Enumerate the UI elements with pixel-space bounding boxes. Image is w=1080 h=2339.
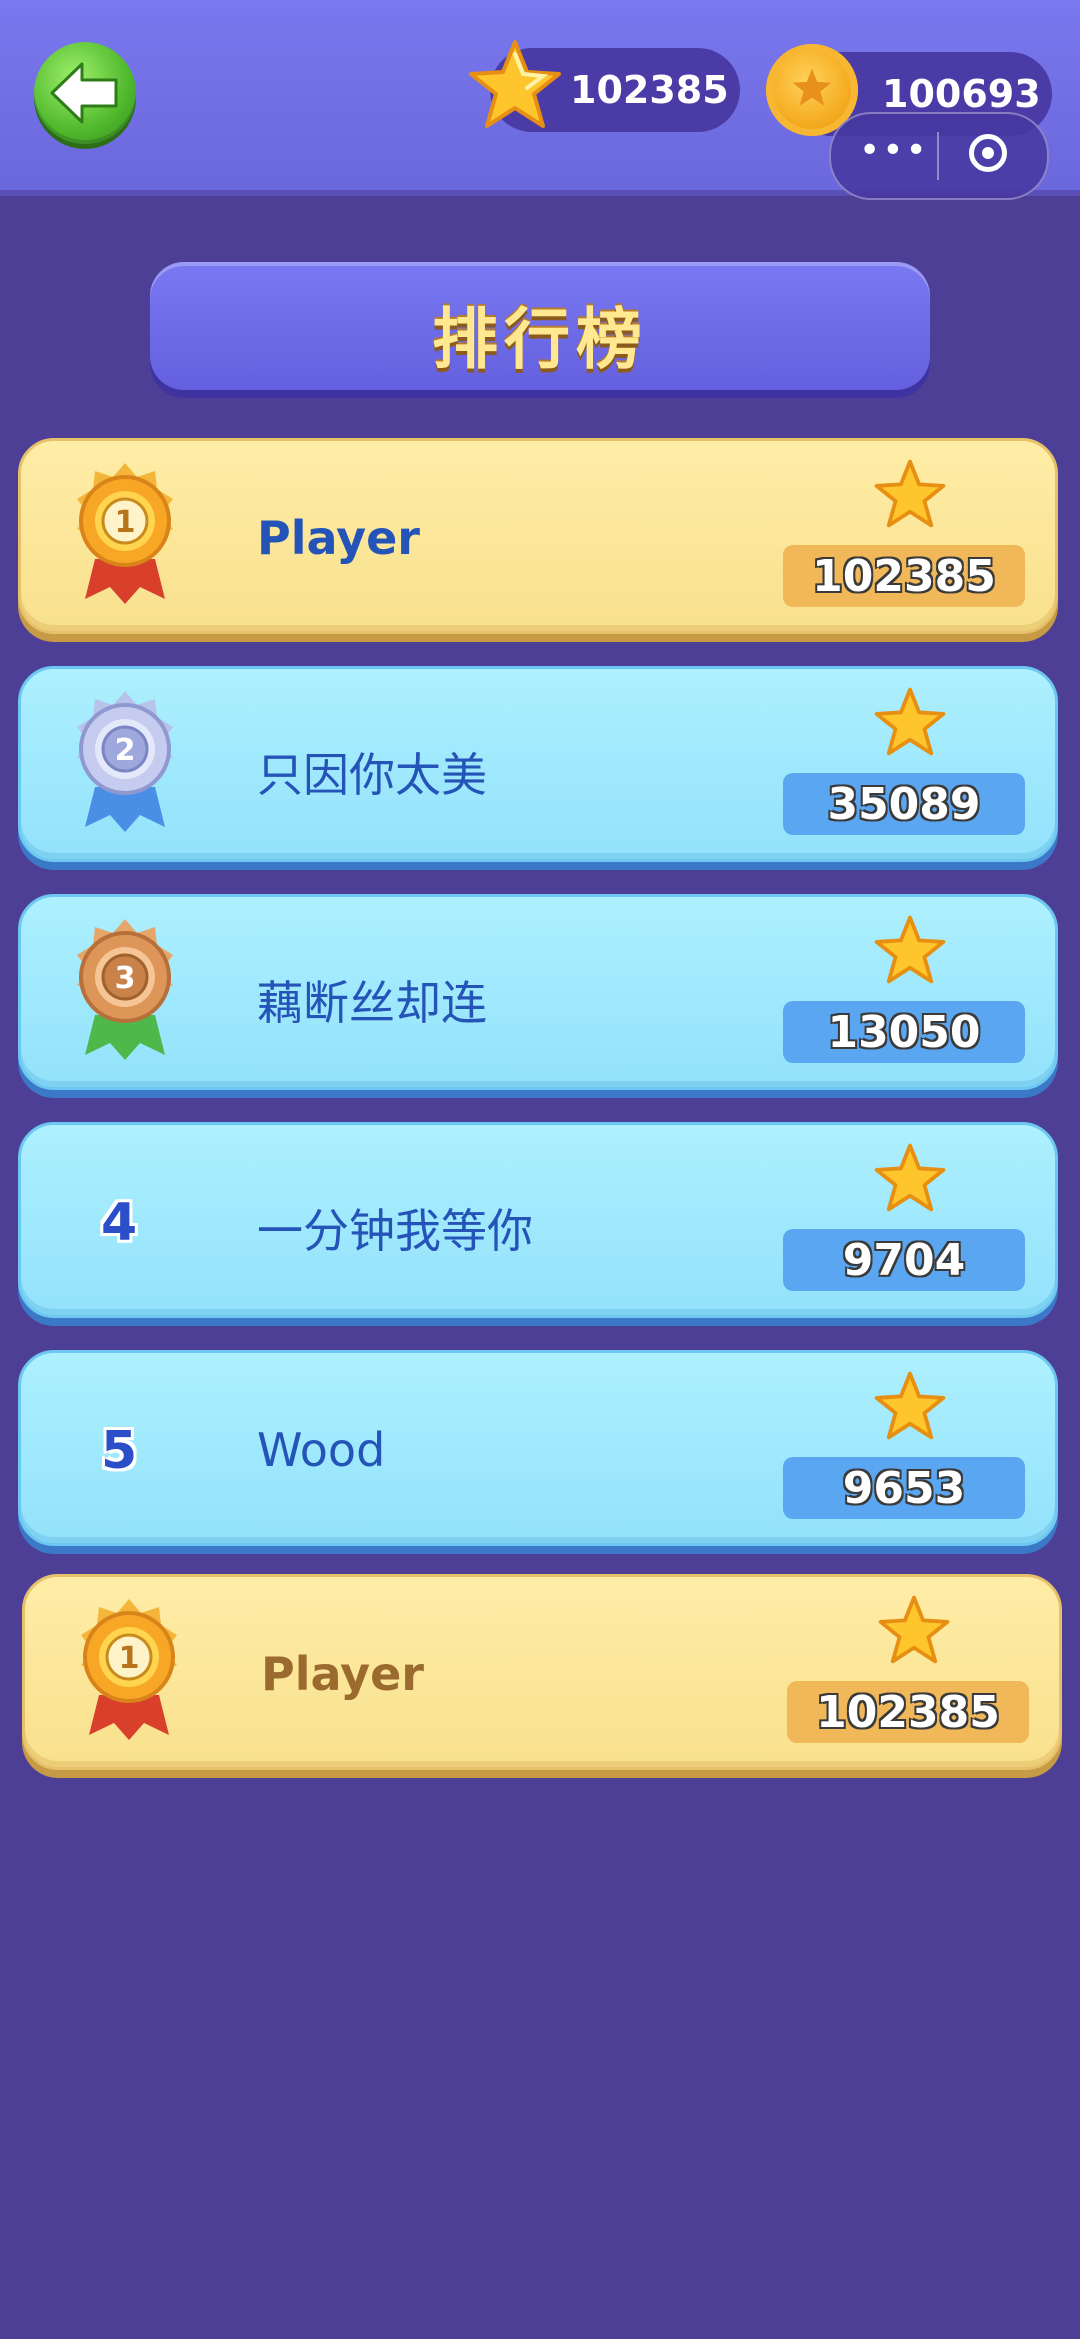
score-box: 9704 bbox=[783, 1229, 1025, 1291]
leaderboard-row-4: 4 一分钟我等你 9704 bbox=[18, 1122, 1058, 1318]
star-icon bbox=[874, 1371, 946, 1440]
my-rank-row: 1 Player 102385 bbox=[22, 1574, 1062, 1770]
svg-text:2: 2 bbox=[115, 733, 136, 768]
star-icon bbox=[469, 40, 561, 128]
score-box: 102385 bbox=[783, 545, 1025, 607]
leaderboard-row-3: 3 藕断丝却连 13050 bbox=[18, 894, 1058, 1090]
svg-text:1: 1 bbox=[119, 1641, 140, 1676]
leaderboard-row-1: 1 Player 102385 bbox=[18, 438, 1058, 634]
player-score: 35089 bbox=[827, 779, 981, 830]
target-close-icon[interactable] bbox=[969, 134, 1007, 172]
title-panel: 排行榜 bbox=[150, 262, 930, 390]
my-score: 102385 bbox=[816, 1687, 1000, 1738]
star-icon bbox=[874, 915, 946, 984]
my-name: Player bbox=[261, 1647, 424, 1701]
score-box: 35089 bbox=[783, 773, 1025, 835]
player-name: 藕断丝却连 bbox=[257, 976, 487, 1030]
more-dots-icon[interactable]: ••• bbox=[859, 130, 929, 171]
player-name: 只因你太美 bbox=[257, 748, 487, 802]
gold-medal-icon: 1 bbox=[81, 1599, 177, 1740]
star-icon bbox=[874, 687, 946, 756]
player-score: 9704 bbox=[842, 1235, 966, 1286]
player-name: Player bbox=[257, 511, 420, 565]
stars-value: 102385 bbox=[570, 68, 729, 112]
rank-number: 4 bbox=[101, 1193, 138, 1253]
score-box: 102385 bbox=[787, 1681, 1029, 1743]
player-score: 9653 bbox=[842, 1463, 966, 1514]
svg-text:1: 1 bbox=[115, 505, 136, 540]
star-icon bbox=[874, 459, 946, 528]
rank-number: 5 bbox=[101, 1421, 138, 1481]
score-box: 9653 bbox=[783, 1457, 1025, 1519]
player-score: 102385 bbox=[812, 551, 996, 602]
star-icon bbox=[878, 1595, 950, 1664]
player-name: 一分钟我等你 bbox=[257, 1204, 533, 1258]
capsule-divider bbox=[937, 132, 939, 180]
mini-program-capsule: ••• bbox=[829, 112, 1049, 200]
leaderboard-row-2: 2 只因你太美 35089 bbox=[18, 666, 1058, 862]
score-box: 13050 bbox=[783, 1001, 1025, 1063]
player-score: 13050 bbox=[827, 1007, 981, 1058]
silver-medal-icon: 2 bbox=[77, 691, 173, 832]
star-icon bbox=[874, 1143, 946, 1212]
gold-medal-icon: 1 bbox=[77, 463, 173, 604]
svg-text:3: 3 bbox=[115, 961, 136, 996]
coins-value: 100693 bbox=[882, 72, 1041, 116]
leaderboard-row-5: 5 Wood 9653 bbox=[18, 1350, 1058, 1546]
player-name: Wood bbox=[257, 1423, 386, 1477]
bronze-medal-icon: 3 bbox=[77, 919, 173, 1060]
back-button[interactable] bbox=[34, 42, 136, 144]
back-arrow-icon bbox=[50, 62, 118, 124]
page-title: 排行榜 bbox=[432, 301, 648, 378]
